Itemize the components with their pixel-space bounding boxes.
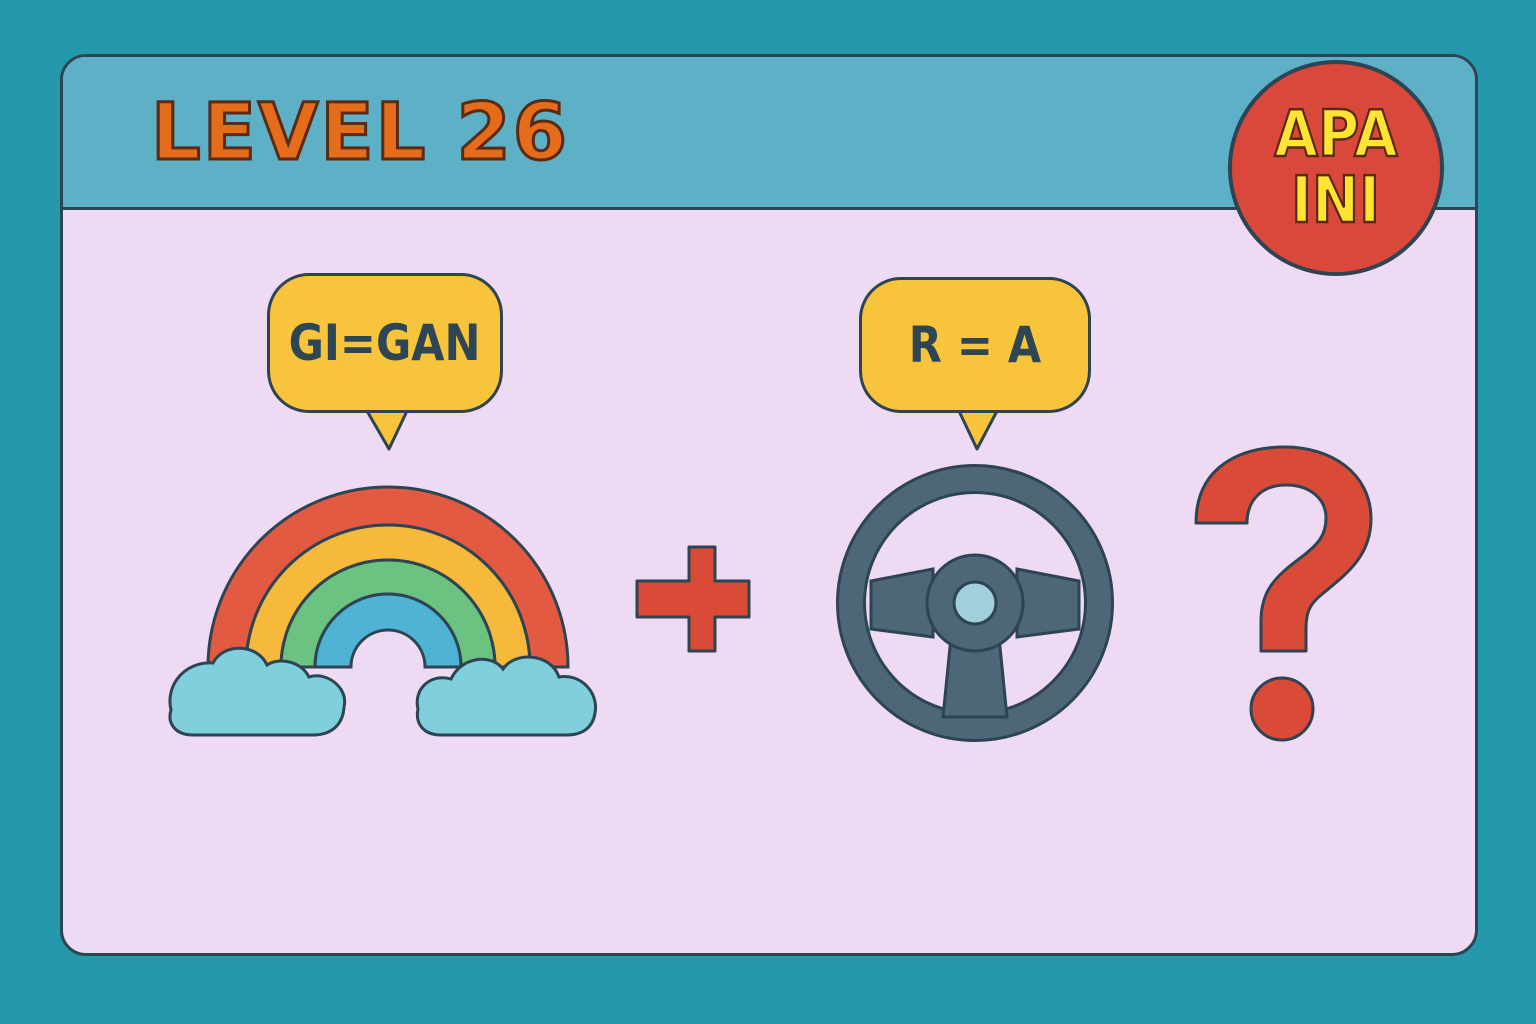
clue-bubble-2: R = A [859, 277, 1091, 413]
question-mark-icon [1194, 445, 1373, 742]
rainbow-icon [168, 485, 598, 737]
bubble-tails [365, 409, 999, 451]
badge-line-1: APA [1273, 98, 1398, 172]
apa-ini-badge: APA INI [1228, 60, 1444, 276]
badge-line-2: INI [1290, 164, 1381, 238]
steering-wheel-icon [836, 464, 1114, 742]
clue-text-2: R = A [908, 316, 1042, 374]
clue-bubble-1: GI=GAN [267, 273, 503, 413]
clue-text-1: GI=GAN [289, 314, 481, 372]
plus-icon [635, 545, 751, 653]
